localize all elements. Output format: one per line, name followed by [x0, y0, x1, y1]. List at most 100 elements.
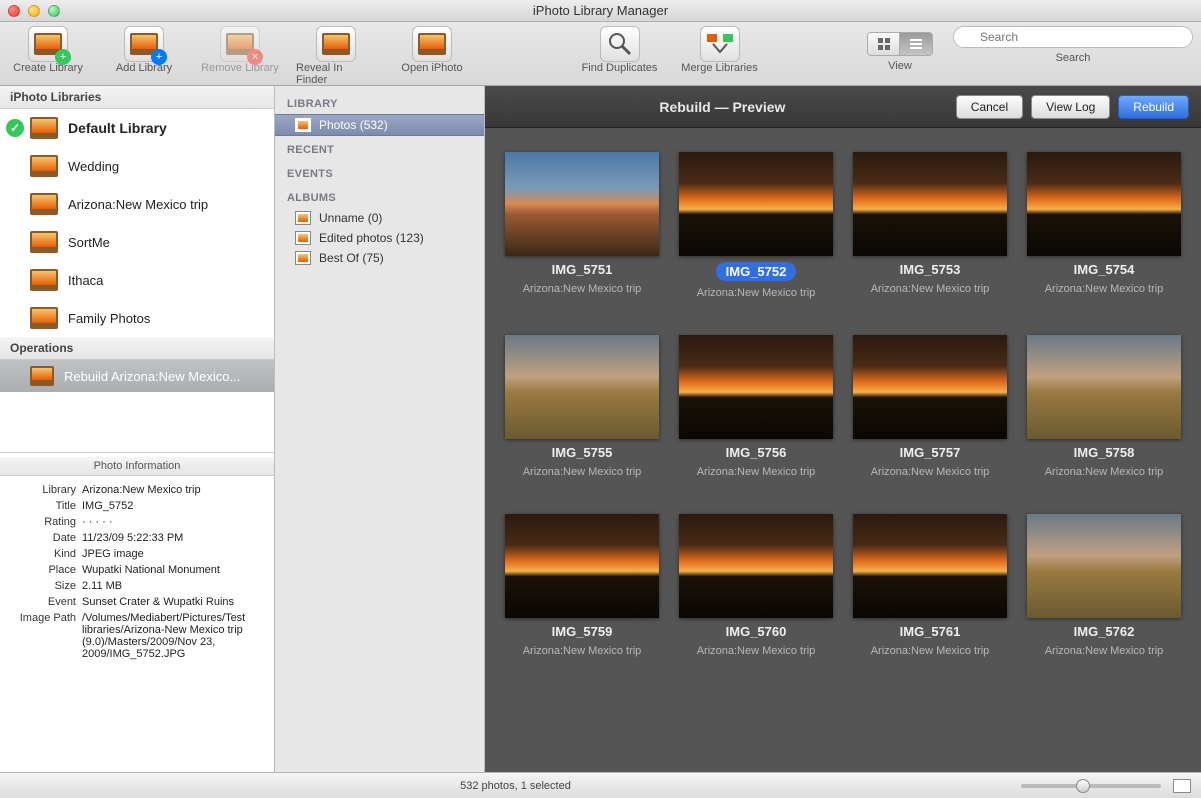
info-value: Wupatki National Monument: [82, 564, 264, 576]
photo-name: IMG_5752: [716, 262, 797, 281]
sidebar-library-item[interactable]: Arizona:New Mexico trip: [0, 185, 274, 223]
nav-album-item[interactable]: Unname (0): [275, 208, 484, 228]
list-view-icon[interactable]: [900, 33, 932, 55]
photo-subtitle: Arizona:New Mexico trip: [697, 645, 816, 657]
sidebar-library-item[interactable]: Wedding: [0, 147, 274, 185]
photo-thumbnail[interactable]: IMG_5758Arizona:New Mexico trip: [1027, 335, 1181, 478]
photo-thumbnail[interactable]: IMG_5754Arizona:New Mexico trip: [1027, 152, 1181, 299]
find-duplicates-button[interactable]: Find Duplicates: [580, 26, 660, 74]
info-key: Title: [10, 500, 82, 512]
status-text: 532 photos, 1 selected: [10, 780, 1021, 792]
photo-subtitle: Arizona:New Mexico trip: [871, 283, 990, 295]
merge-libraries-button[interactable]: Merge Libraries: [680, 26, 760, 74]
photo-thumbnail[interactable]: IMG_5756 Arizona:New Mexico trip: [679, 335, 833, 478]
info-key: Date: [10, 532, 82, 544]
nav-albums-header: ALBUMS: [275, 184, 484, 208]
photo-subtitle: Arizona:New Mexico trip: [523, 283, 642, 295]
nav-album-item[interactable]: Best Of (75): [275, 248, 484, 268]
zoom-slider[interactable]: [1021, 784, 1161, 788]
reveal-in-finder-button[interactable]: Reveal In Finder: [296, 26, 376, 86]
nav-photos-item[interactable]: Photos (532): [275, 114, 484, 136]
photo-name: IMG_5751: [552, 262, 613, 277]
photo-image: [1027, 514, 1181, 618]
info-row: EventSunset Crater & Wupatki Ruins: [0, 594, 274, 610]
operations-header: Operations: [0, 337, 274, 360]
photo-name: IMG_5756: [726, 445, 787, 460]
photo-image: [853, 514, 1007, 618]
photo-name: IMG_5761: [900, 624, 961, 639]
photo-thumbnail[interactable]: IMG_5761Arizona:New Mexico trip: [853, 514, 1007, 657]
sidebar-library-item[interactable]: ✓Default Library: [0, 109, 274, 147]
sidebar: iPhoto Libraries ✓Default LibraryWedding…: [0, 86, 275, 772]
open-iphoto-button[interactable]: Open iPhoto: [392, 26, 472, 86]
photo-image: [853, 152, 1007, 256]
view-log-button[interactable]: View Log: [1031, 95, 1110, 119]
window-title: iPhoto Library Manager: [0, 3, 1201, 18]
info-key: Image Path: [10, 612, 82, 660]
merge-label: Merge Libraries: [681, 62, 757, 74]
rebuild-button[interactable]: Rebuild: [1118, 95, 1189, 119]
status-bar: 532 photos, 1 selected: [0, 772, 1201, 798]
info-row: Size2.11 MB: [0, 578, 274, 594]
operation-icon: [30, 366, 54, 386]
info-value: 2.11 MB: [82, 580, 264, 592]
sidebar-library-item[interactable]: Ithaca: [0, 261, 274, 299]
photo-name: IMG_5753: [900, 262, 961, 277]
nav-events-header: EVENTS: [275, 160, 484, 184]
library-icon: [30, 269, 58, 291]
photo-image: [505, 335, 659, 439]
library-icon: [30, 307, 58, 329]
library-name: Default Library: [68, 120, 167, 136]
album-name: Best Of (75): [319, 251, 384, 265]
library-name: Family Photos: [68, 311, 150, 326]
library-name: Arizona:New Mexico trip: [68, 197, 208, 212]
zoom-knob[interactable]: [1076, 779, 1090, 793]
reveal-label: Reveal In Finder: [296, 62, 376, 86]
find-duplicates-label: Find Duplicates: [582, 62, 658, 74]
navigator: LIBRARY Photos (532) RECENT EVENTS ALBUM…: [275, 86, 485, 772]
info-key: Place: [10, 564, 82, 576]
info-key: Rating: [10, 516, 82, 528]
cancel-button[interactable]: Cancel: [956, 95, 1023, 119]
info-row: Image Path/Volumes/Mediabert/Pictures/Te…: [0, 610, 274, 662]
photo-thumbnail[interactable]: IMG_5753 Arizona:New Mexico trip: [853, 152, 1007, 299]
nav-recent-header: RECENT: [275, 136, 484, 160]
create-library-label: Create Library: [13, 62, 83, 74]
titlebar: iPhoto Library Manager: [0, 0, 1201, 22]
library-name: Ithaca: [68, 273, 103, 288]
photo-name: IMG_5762: [1074, 624, 1135, 639]
sidebar-library-item[interactable]: SortMe: [0, 223, 274, 261]
operation-item[interactable]: Rebuild Arizona:New Mexico...: [0, 360, 274, 392]
photo-info-panel: Photo Information LibraryArizona:New Mex…: [0, 452, 274, 772]
search-input[interactable]: [953, 26, 1193, 48]
nav-photos-label: Photos (532): [319, 118, 388, 132]
album-icon: [295, 211, 311, 225]
view-mode-segmented[interactable]: [867, 32, 933, 56]
photo-thumbnail[interactable]: IMG_5759Arizona:New Mexico trip: [505, 514, 659, 657]
photo-thumbnail[interactable]: IMG_5760 Arizona:New Mexico trip: [679, 514, 833, 657]
sidebar-library-item[interactable]: Family Photos: [0, 299, 274, 337]
photo-subtitle: Arizona:New Mexico trip: [697, 466, 816, 478]
create-library-button[interactable]: + Create Library: [8, 26, 88, 86]
remove-library-button: × Remove Library: [200, 26, 280, 86]
grid-view-icon[interactable]: [868, 33, 900, 55]
photo-thumbnail[interactable]: IMG_5752Arizona:New Mexico trip: [679, 152, 833, 299]
photo-thumbnail[interactable]: IMG_5751 Arizona:New Mexico trip: [505, 152, 659, 299]
album-icon: [295, 231, 311, 245]
photo-thumbnail[interactable]: IMG_5762Arizona:New Mexico trip: [1027, 514, 1181, 657]
thumbnail-size-icon[interactable]: [1173, 779, 1191, 793]
info-row: KindJPEG image: [0, 546, 274, 562]
merge-icon: [700, 26, 740, 62]
nav-album-item[interactable]: Edited photos (123): [275, 228, 484, 248]
info-row: Date11/23/09 5:22:33 PM: [0, 530, 274, 546]
add-library-button[interactable]: + Add Library: [104, 26, 184, 86]
library-name: SortMe: [68, 235, 110, 250]
library-icon: [30, 117, 58, 139]
open-iphoto-label: Open iPhoto: [401, 62, 462, 74]
photo-thumbnail[interactable]: IMG_5757Arizona:New Mexico trip: [853, 335, 1007, 478]
photo-image: [505, 152, 659, 256]
info-value: · · · · ·: [82, 516, 264, 528]
info-key: Size: [10, 580, 82, 592]
photo-name: IMG_5760: [726, 624, 787, 639]
photo-thumbnail[interactable]: IMG_5755Arizona:New Mexico trip: [505, 335, 659, 478]
